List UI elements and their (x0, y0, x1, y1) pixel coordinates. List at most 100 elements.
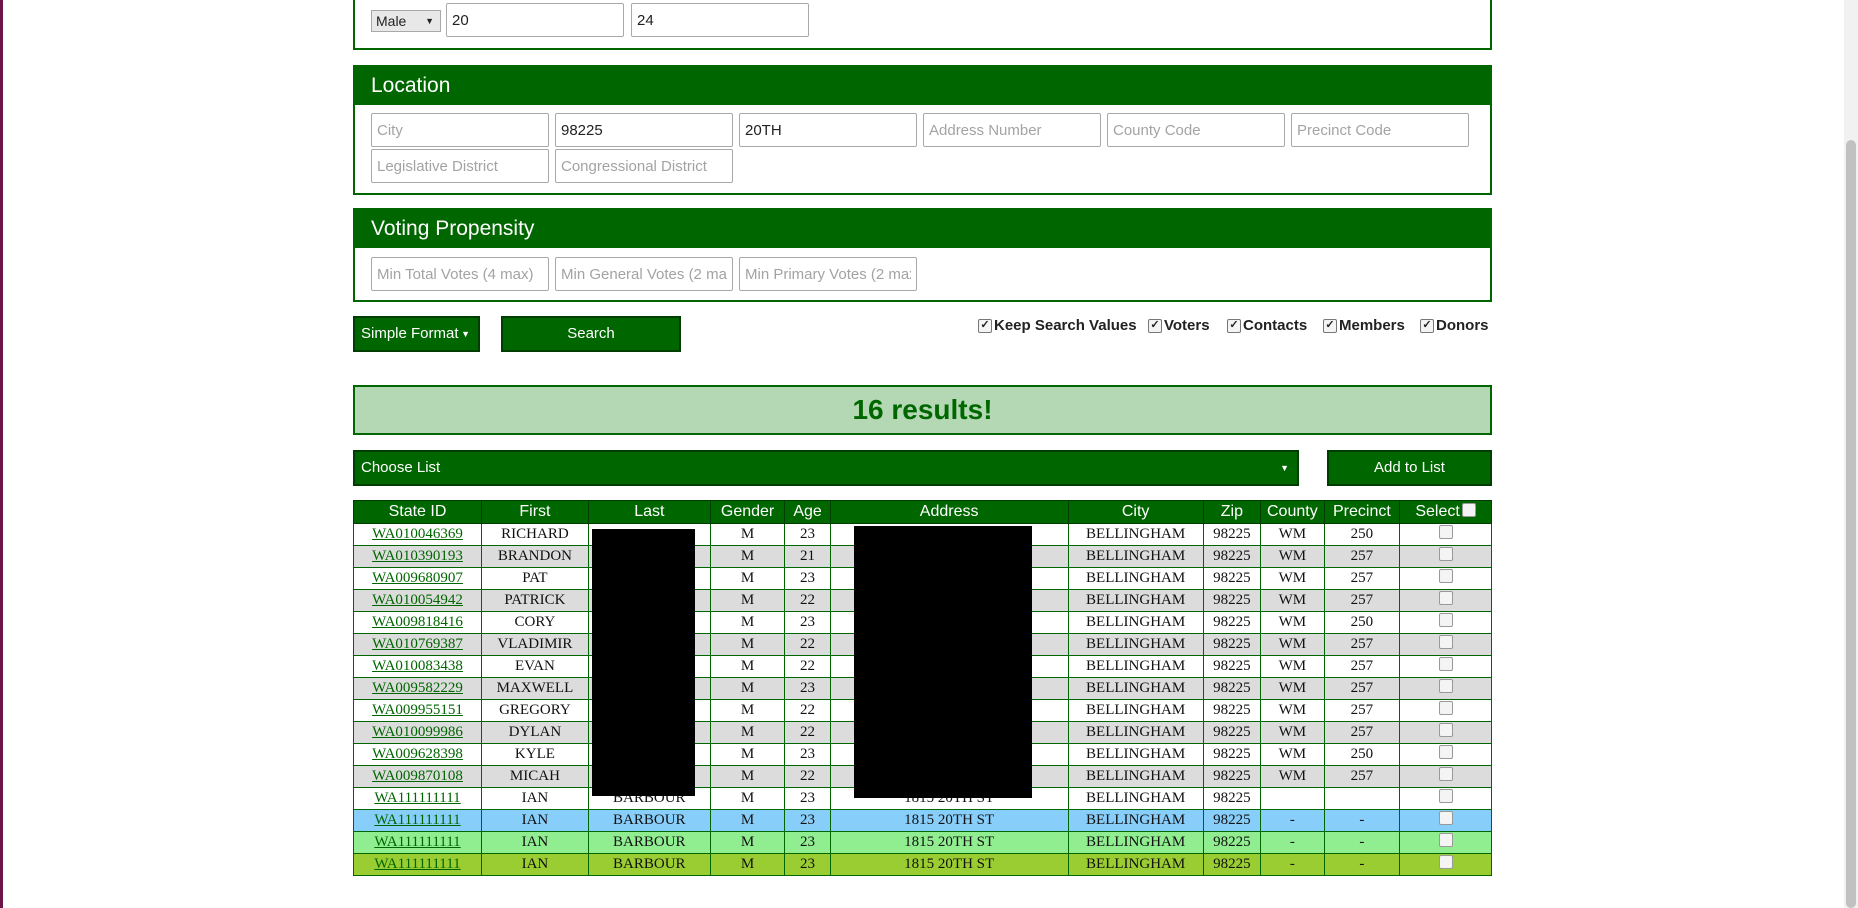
state-id-link[interactable]: WA009870108 (372, 768, 463, 784)
cell-city: BELLINGHAM (1067, 809, 1204, 832)
age-min-input[interactable] (446, 3, 624, 37)
row-select-checkbox[interactable] (1438, 679, 1453, 693)
header-county[interactable]: County (1260, 500, 1325, 524)
zip-input[interactable] (555, 113, 733, 147)
street-input[interactable] (739, 113, 917, 147)
keep-search-values-checkbox[interactable]: ✓ Keep Search Values (978, 317, 1137, 334)
min-general-votes-input[interactable] (555, 257, 733, 291)
state-id-link[interactable]: WA111111111 (374, 834, 460, 850)
cell-precinct: 257 (1323, 721, 1401, 744)
state-id-link[interactable]: WA010099986 (372, 724, 463, 740)
row-select-checkbox[interactable] (1438, 855, 1453, 869)
city-input[interactable] (371, 113, 549, 147)
state-id-link[interactable]: WA009582229 (372, 680, 463, 696)
header-gender[interactable]: Gender (709, 500, 786, 524)
header-last[interactable]: Last (587, 500, 711, 524)
legislative-district-input[interactable] (371, 149, 549, 183)
add-to-list-label: Add to List (1374, 459, 1445, 476)
state-id-link[interactable]: WA010046369 (372, 526, 463, 542)
cell-county: WM (1260, 721, 1325, 744)
row-select-checkbox[interactable] (1438, 613, 1453, 627)
header-first[interactable]: First (481, 500, 589, 524)
row-select-checkbox[interactable] (1438, 569, 1453, 583)
donors-checkbox[interactable]: ✓ Donors (1420, 317, 1489, 334)
header-address[interactable]: Address (829, 500, 1069, 524)
header-zip[interactable]: Zip (1202, 500, 1262, 524)
state-id-link[interactable]: WA009818416 (372, 614, 463, 630)
cell-state-id: WA010099986 (353, 721, 482, 744)
header-city[interactable]: City (1067, 500, 1204, 524)
cell-county: WM (1260, 677, 1325, 700)
cell-first: IAN (481, 831, 589, 854)
state-id-link[interactable]: WA111111111 (374, 812, 460, 828)
search-button[interactable]: Search (501, 316, 681, 352)
cell-first: VLADIMIR (481, 633, 589, 656)
members-checkbox[interactable]: ✓ Members (1323, 317, 1405, 334)
cell-precinct: 250 (1323, 611, 1401, 634)
header-precinct[interactable]: Precinct (1323, 500, 1401, 524)
header-age[interactable]: Age (784, 500, 831, 524)
cell-last: BARBOUR (587, 809, 711, 832)
row-select-checkbox[interactable] (1438, 591, 1453, 605)
row-select-checkbox[interactable] (1438, 745, 1453, 759)
cell-first: GREGORY (481, 699, 589, 722)
state-id-link[interactable]: WA009628398 (372, 746, 463, 762)
cell-select (1399, 611, 1492, 634)
cell-county: WM (1260, 633, 1325, 656)
contacts-checkbox[interactable]: ✓ Contacts (1227, 317, 1307, 334)
cell-first: IAN (481, 787, 589, 810)
cell-city: BELLINGHAM (1067, 589, 1204, 612)
cell-select (1399, 523, 1492, 546)
row-select-checkbox[interactable] (1438, 723, 1453, 737)
cell-zip: 98225 (1202, 589, 1262, 612)
cell-precinct: 257 (1323, 765, 1401, 788)
row-select-checkbox[interactable] (1438, 547, 1453, 561)
state-id-link[interactable]: WA009680907 (372, 570, 463, 586)
state-id-link[interactable]: WA111111111 (374, 856, 460, 872)
row-select-checkbox[interactable] (1438, 789, 1453, 803)
cell-zip: 98225 (1202, 633, 1262, 656)
min-primary-votes-input[interactable] (739, 257, 917, 291)
cell-age: 23 (784, 743, 831, 766)
cell-state-id: WA010083438 (353, 655, 482, 678)
cell-zip: 98225 (1202, 721, 1262, 744)
state-id-link[interactable]: WA009955151 (372, 702, 463, 718)
state-id-link[interactable]: WA010390193 (372, 548, 463, 564)
add-to-list-button[interactable]: Add to List (1327, 450, 1492, 486)
cell-age: 22 (784, 721, 831, 744)
precinct-code-input[interactable] (1291, 113, 1469, 147)
cell-age: 23 (784, 787, 831, 810)
address-number-input[interactable] (923, 113, 1101, 147)
row-select-checkbox[interactable] (1438, 767, 1453, 781)
state-id-link[interactable]: WA010083438 (372, 658, 463, 674)
cell-select (1399, 589, 1492, 612)
row-select-checkbox[interactable] (1438, 811, 1453, 825)
cell-city: BELLINGHAM (1067, 677, 1204, 700)
select-all-checkbox[interactable] (1461, 503, 1476, 517)
cell-select (1399, 721, 1492, 744)
scrollbar[interactable] (1844, 0, 1858, 908)
cell-city: BELLINGHAM (1067, 655, 1204, 678)
county-code-input[interactable] (1107, 113, 1285, 147)
row-select-checkbox[interactable] (1438, 635, 1453, 649)
state-id-link[interactable]: WA111111111 (374, 790, 460, 806)
row-select-checkbox[interactable] (1438, 525, 1453, 539)
age-max-input[interactable] (631, 3, 809, 37)
row-select-checkbox[interactable] (1438, 701, 1453, 715)
state-id-link[interactable]: WA010054942 (372, 592, 463, 608)
row-select-checkbox[interactable] (1438, 657, 1453, 671)
header-state-id[interactable]: State ID (353, 500, 482, 524)
row-select-checkbox[interactable] (1438, 833, 1453, 847)
choose-list-select[interactable]: Choose List ▼ (353, 450, 1299, 486)
cell-first: MAXWELL (481, 677, 589, 700)
gender-select[interactable]: Male ▼ (371, 10, 441, 32)
format-select[interactable]: Simple Format ▼ (353, 316, 480, 352)
voters-checkbox[interactable]: ✓ Voters (1148, 317, 1210, 334)
state-id-link[interactable]: WA010769387 (372, 636, 463, 652)
scrollbar-thumb[interactable] (1846, 140, 1856, 908)
cell-age: 23 (784, 853, 831, 876)
cell-select (1399, 567, 1492, 590)
min-total-votes-input[interactable] (371, 257, 549, 291)
cell-county: - (1260, 853, 1325, 876)
congressional-district-input[interactable] (555, 149, 733, 183)
